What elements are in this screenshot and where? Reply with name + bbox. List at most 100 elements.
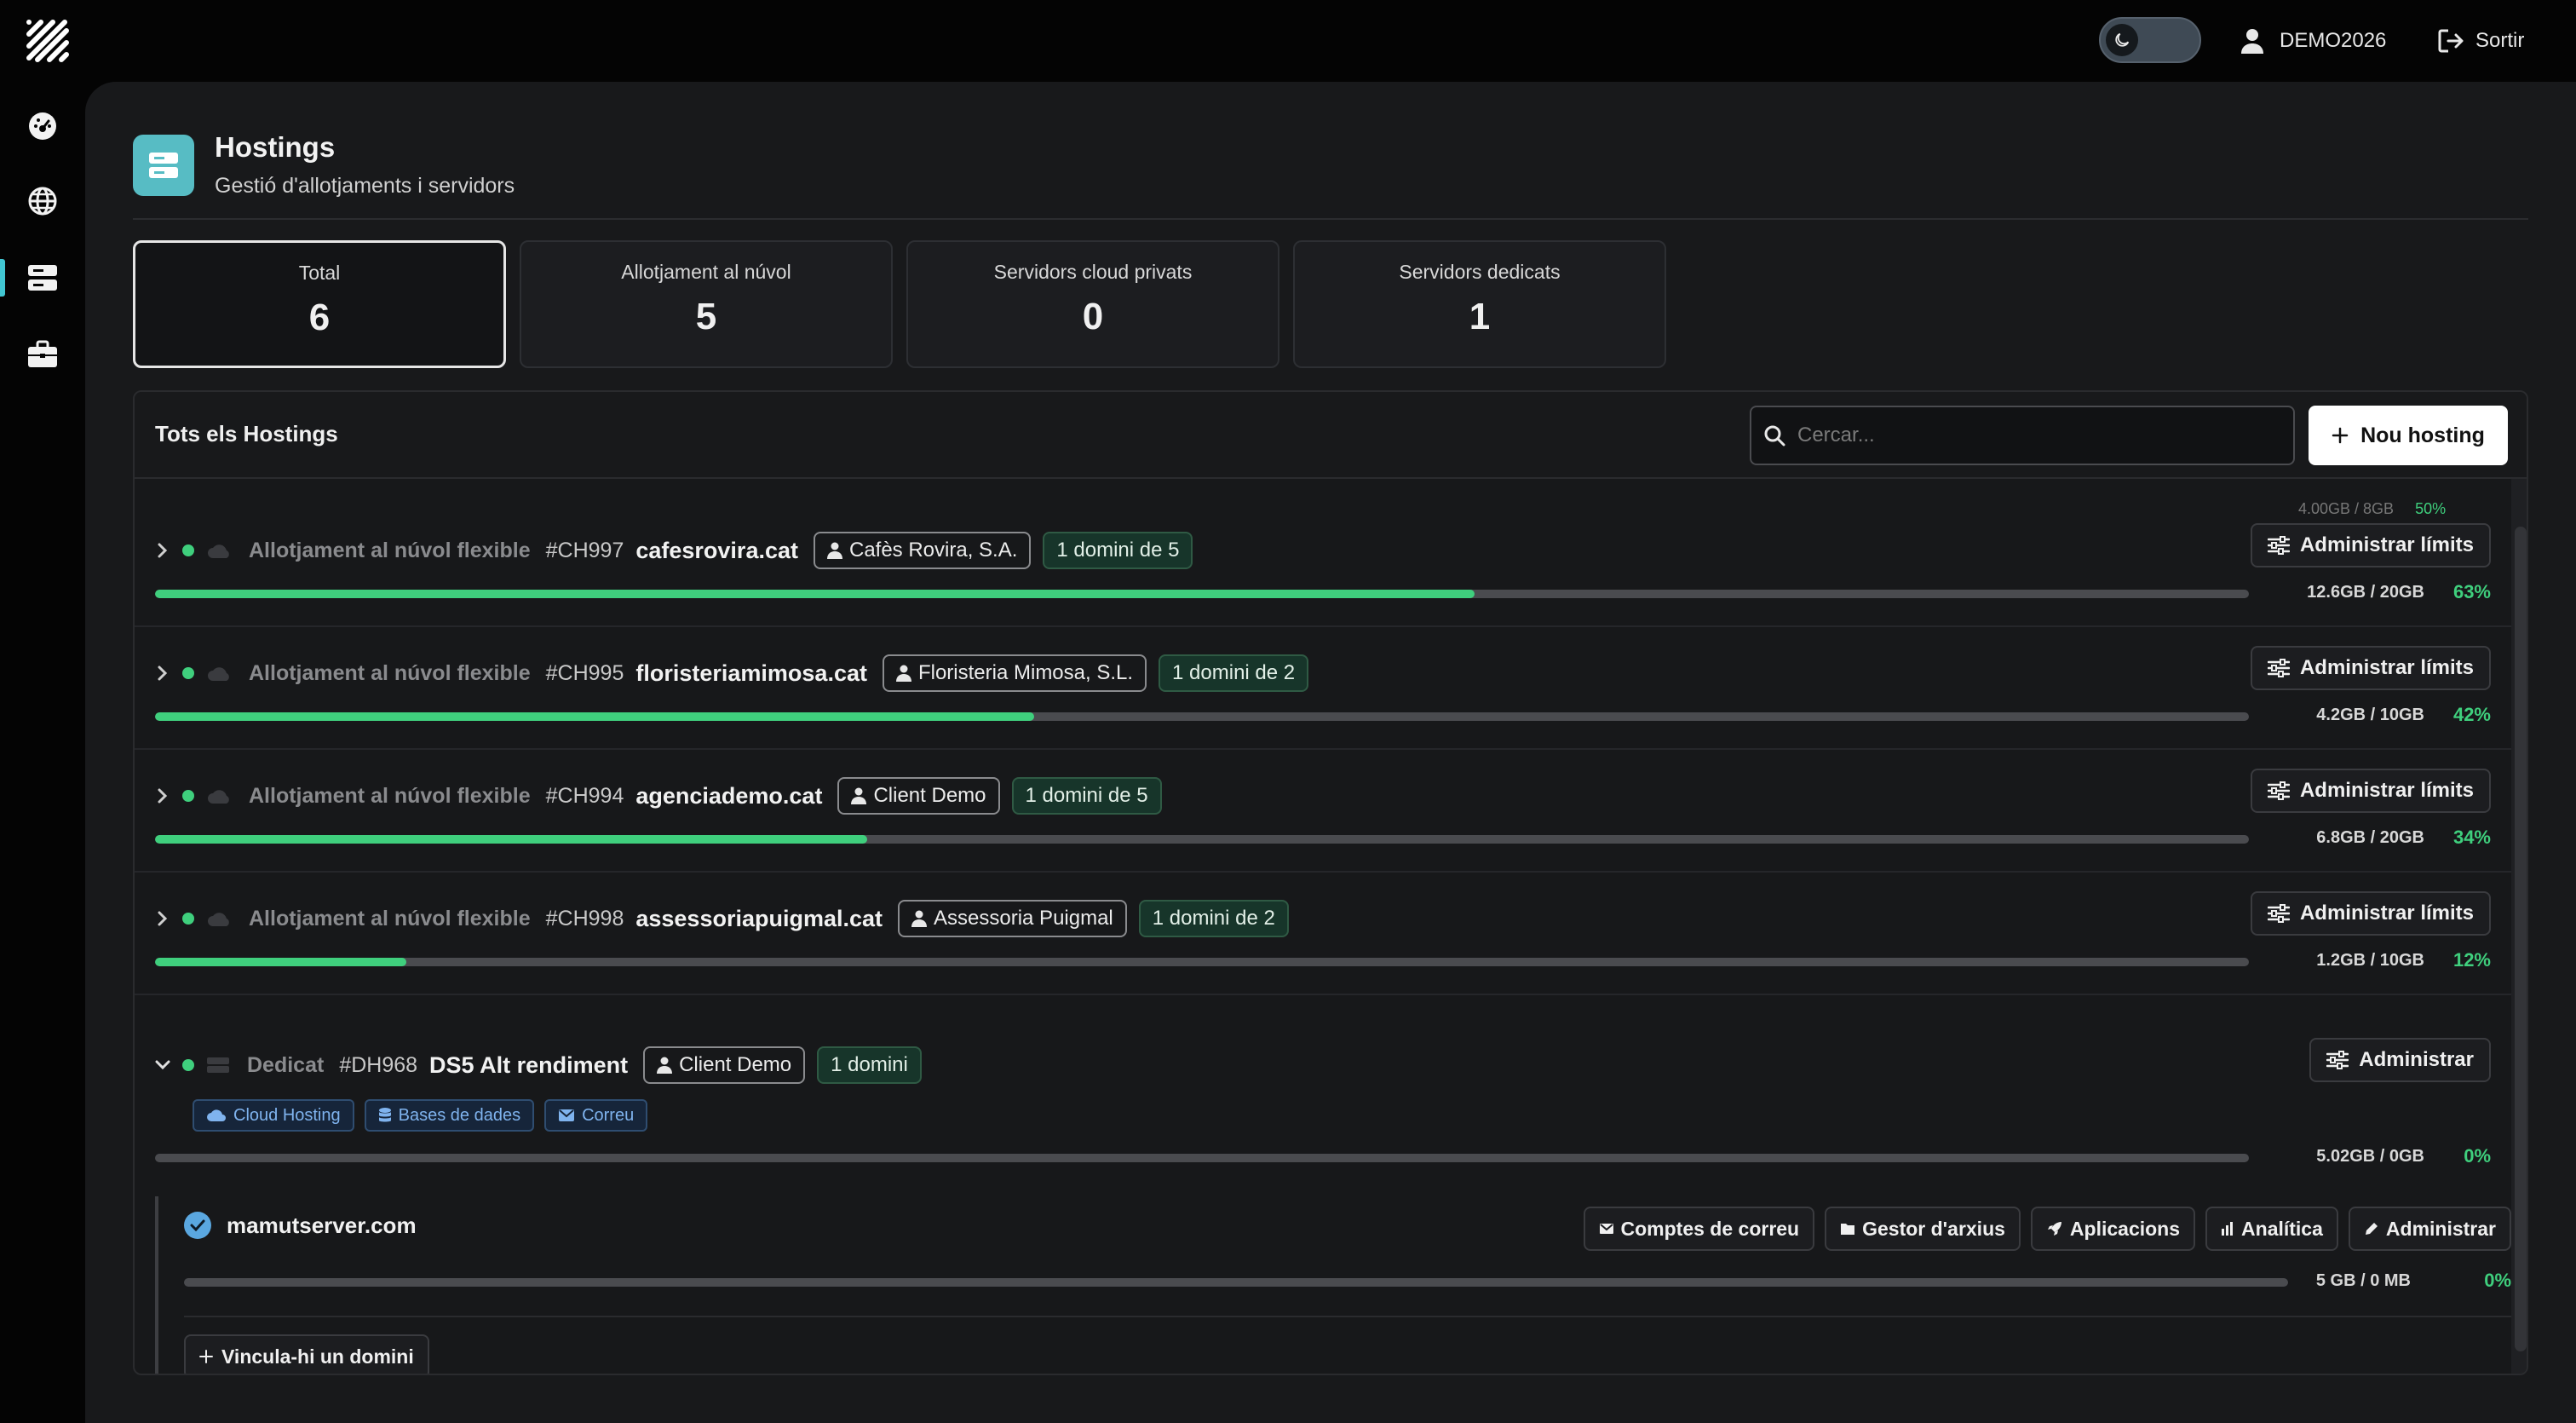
sidebar-item-dashboard[interactable] bbox=[0, 95, 85, 157]
service-tags: Cloud Hosting Bases de dades Correu bbox=[193, 1099, 648, 1132]
chevron-right-icon[interactable] bbox=[155, 788, 170, 804]
stat-card-total[interactable]: Total 6 bbox=[133, 240, 506, 368]
client-name: Cafès Rovira, S.A. bbox=[848, 539, 1018, 562]
chevron-down-icon[interactable] bbox=[155, 1060, 170, 1070]
file-manager-button[interactable]: Gestor d'arxius bbox=[1825, 1207, 2021, 1251]
status-dot bbox=[182, 790, 194, 802]
usage-percent: 12% bbox=[2452, 949, 2491, 971]
sidebar-item-hostings[interactable] bbox=[0, 247, 85, 308]
search-box[interactable] bbox=[1750, 406, 2295, 465]
hosting-id: #DH968 bbox=[339, 1052, 418, 1077]
client-name: Client Demo bbox=[873, 784, 986, 807]
user-icon bbox=[895, 665, 911, 682]
link-domain-button[interactable]: Vincula-hi un domini bbox=[184, 1334, 429, 1374]
sliders-icon bbox=[2326, 1051, 2349, 1069]
envelope-icon bbox=[1599, 1223, 1614, 1235]
sidebar-item-domains[interactable] bbox=[0, 170, 85, 232]
usage-bar bbox=[155, 1154, 2249, 1162]
hosting-name: DS5 Alt rendiment bbox=[429, 1051, 629, 1078]
plus-icon bbox=[2332, 427, 2349, 444]
sidebar-item-services[interactable] bbox=[0, 324, 85, 385]
chevron-right-icon[interactable] bbox=[155, 543, 170, 558]
new-hosting-label: Nou hosting bbox=[2360, 423, 2485, 447]
administrar-button[interactable]: Administrar bbox=[2309, 1038, 2491, 1082]
manage-limits-button[interactable]: Administrar límits bbox=[2250, 523, 2491, 567]
row-header: Dedicat #DH968 DS5 Alt rendiment Client … bbox=[155, 1045, 922, 1086]
stat-card-dedicated[interactable]: Servidors dedicats 1 bbox=[1293, 240, 1666, 368]
page-header: Hostings Gestió d'allotjaments i servido… bbox=[133, 131, 515, 199]
sliders-icon bbox=[2267, 904, 2290, 923]
client-badge[interactable]: Floristeria Mimosa, S.L. bbox=[882, 654, 1147, 692]
hosting-type: Allotjament al núvol flexible bbox=[249, 660, 531, 685]
domain-usage-text: 5 GB / 0 MB bbox=[2315, 1271, 2411, 1290]
envelope-icon bbox=[558, 1109, 575, 1122]
stat-value: 6 bbox=[308, 297, 331, 338]
email-accounts-button[interactable]: Comptes de correu bbox=[1583, 1207, 1815, 1251]
moon-icon bbox=[2106, 24, 2138, 56]
usage-bar bbox=[155, 712, 2249, 721]
stat-label: Allotjament al núvol bbox=[621, 261, 791, 283]
hosting-id: #CH994 bbox=[545, 783, 624, 808]
hosting-type: Allotjament al núvol flexible bbox=[249, 783, 531, 808]
rocket-icon bbox=[2046, 1220, 2063, 1237]
manage-limits-button[interactable]: Administrar límits bbox=[2250, 891, 2491, 936]
domain-admin-button[interactable]: Administrar bbox=[2348, 1207, 2511, 1251]
stat-card-private-cloud[interactable]: Servidors cloud privats 0 bbox=[906, 240, 1279, 368]
hosting-type: Dedicat bbox=[247, 1052, 325, 1077]
chevron-right-icon[interactable] bbox=[155, 911, 170, 926]
client-name: Assessoria Puigmal bbox=[934, 907, 1113, 930]
usage-percent: 0% bbox=[2464, 1145, 2491, 1167]
domain-divider bbox=[184, 1316, 2515, 1317]
hosting-row: Allotjament al núvol flexible #CH994 agenc… bbox=[135, 750, 2511, 873]
usage-bar-fill bbox=[155, 590, 1475, 598]
top-bar: DEMO2026 Sortir bbox=[0, 0, 2576, 82]
usage-bar bbox=[155, 835, 2249, 844]
client-badge[interactable]: Assessoria Puigmal bbox=[898, 900, 1127, 937]
manage-limits-button[interactable]: Administrar límits bbox=[2250, 769, 2491, 813]
dedicated-server-icon bbox=[206, 1057, 230, 1074]
user-icon bbox=[657, 1057, 673, 1074]
cloud-icon bbox=[206, 665, 232, 682]
briefcase-icon bbox=[27, 340, 58, 369]
stat-value: 1 bbox=[1469, 296, 1491, 337]
search-icon bbox=[1763, 424, 1785, 446]
sliders-icon bbox=[2267, 781, 2290, 800]
logout-button[interactable]: Sortir bbox=[2438, 24, 2524, 58]
usage-bar-fill bbox=[155, 835, 867, 844]
hosting-name: agenciademo.cat bbox=[635, 782, 823, 809]
applications-button[interactable]: Aplicacions bbox=[2030, 1207, 2196, 1251]
status-dot bbox=[182, 1059, 194, 1071]
hostings-panel: Tots els Hostings Nou hosting 4.00GB / 8… bbox=[133, 390, 2528, 1375]
chevron-right-icon[interactable] bbox=[155, 665, 170, 681]
hosting-id: #CH995 bbox=[545, 660, 624, 685]
manage-limits-button[interactable]: Administrar límits bbox=[2250, 646, 2491, 690]
sidebar bbox=[0, 82, 85, 1423]
scrollbar-thumb[interactable] bbox=[2515, 527, 2527, 1351]
folder-icon bbox=[1840, 1222, 1855, 1236]
tag-label: Bases de dades bbox=[398, 1105, 521, 1125]
stat-card-cloud-hosting[interactable]: Allotjament al núvol 5 bbox=[520, 240, 893, 368]
button-label: Gestor d'arxius bbox=[1862, 1217, 2005, 1240]
usage-text: 12.6GB / 20GB bbox=[2307, 583, 2424, 602]
scrollbar[interactable] bbox=[2511, 479, 2527, 1374]
analytics-button[interactable]: Analítica bbox=[2205, 1207, 2338, 1251]
button-label: Administrar bbox=[2385, 1217, 2496, 1240]
user-icon bbox=[2240, 28, 2264, 54]
new-hosting-button[interactable]: Nou hosting bbox=[2309, 406, 2508, 465]
tag-databases: Bases de dades bbox=[364, 1099, 535, 1132]
usage-text: 4.2GB / 10GB bbox=[2316, 706, 2424, 724]
stat-value: 0 bbox=[1082, 296, 1104, 337]
logo-icon[interactable] bbox=[24, 17, 72, 65]
dedicated-hosting-row: Dedicat #DH968 DS5 Alt rendiment Client … bbox=[135, 1019, 2515, 1374]
client-badge[interactable]: Client Demo bbox=[643, 1046, 806, 1084]
panel-header: Tots els Hostings Nou hosting bbox=[135, 392, 2527, 479]
bar-chart-icon bbox=[2221, 1222, 2234, 1236]
user-menu[interactable]: DEMO2026 bbox=[2240, 24, 2386, 58]
search-input[interactable] bbox=[1797, 423, 2274, 447]
manage-limits-label: Administrar límits bbox=[2299, 779, 2474, 802]
client-badge[interactable]: Client Demo bbox=[837, 777, 1000, 815]
clipped-row-usage: 4.00GB / 8GB 50% bbox=[2298, 500, 2447, 517]
theme-toggle[interactable] bbox=[2099, 17, 2201, 63]
client-badge[interactable]: Cafès Rovira, S.A. bbox=[813, 532, 1032, 569]
page-subtitle: Gestió d'allotjaments i servidors bbox=[215, 174, 515, 198]
